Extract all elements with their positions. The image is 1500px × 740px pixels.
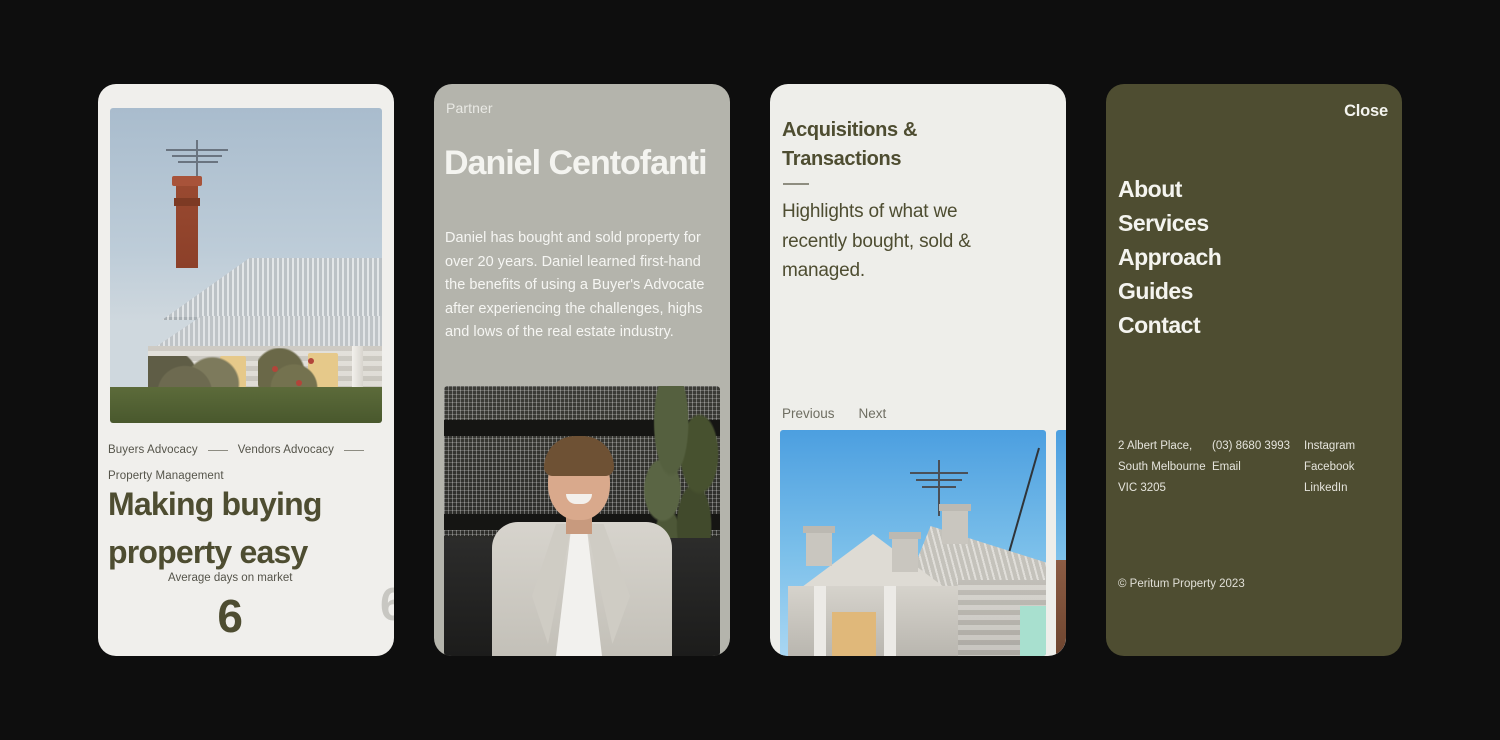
address-line-2: South Melbourne — [1118, 461, 1206, 473]
profile-card[interactable]: Partner Daniel Centofanti Daniel has bou… — [434, 84, 730, 656]
nav-item-approach[interactable]: Approach — [1118, 240, 1378, 274]
service-tag-buyers-advocacy[interactable]: Buyers Advocacy — [108, 437, 198, 463]
porch-column — [884, 586, 896, 656]
porch-light-glow — [832, 612, 876, 656]
carousel-next-button[interactable]: Next — [859, 406, 887, 421]
work-title: Acquisitions & Transactions — [782, 116, 1032, 174]
profile-portrait-image — [444, 386, 720, 656]
screen-canvas: Buyers Advocacy Vendors Advocacy Propert… — [0, 0, 1500, 740]
flower — [296, 380, 302, 386]
gallery-slide-next[interactable] — [1056, 430, 1066, 656]
main-navigation: About Services Approach Guides Contact — [1118, 172, 1378, 342]
close-button[interactable]: Close — [1344, 102, 1388, 121]
hero-stats-row: d property Average days on market 6 65 — [98, 572, 394, 656]
social-links: Instagram Facebook LinkedIn — [1304, 436, 1384, 499]
hero-property-image — [110, 108, 382, 423]
tv-antenna-icon — [162, 140, 232, 184]
stat-item-avg-days: Average days on market 6 — [168, 572, 292, 642]
menu-footer-meta: 2 Albert Place, South Melbourne VIC 3205… — [1118, 436, 1388, 499]
nav-item-services[interactable]: Services — [1118, 206, 1378, 240]
chimney-cap — [803, 526, 835, 566]
work-subtitle: Highlights of what we recently bought, s… — [782, 201, 971, 281]
email-link[interactable]: Email — [1212, 457, 1304, 478]
profile-bio: Daniel has bought and sold property for … — [445, 230, 705, 341]
hero-title-line-1: Making buying — [108, 486, 322, 522]
brick-chimney — [172, 176, 202, 268]
hero-card[interactable]: Buyers Advocacy Vendors Advocacy Propert… — [98, 84, 394, 656]
hero-title-line-2: property easy — [108, 534, 308, 570]
stat-value: 65 — [380, 578, 394, 630]
nav-item-guides[interactable]: Guides — [1118, 274, 1378, 308]
social-link-instagram[interactable]: Instagram — [1304, 436, 1384, 457]
flower — [272, 366, 278, 372]
address-line-3: VIC 3205 — [1118, 482, 1166, 494]
chimney-cap — [939, 504, 971, 544]
nav-item-about[interactable]: About — [1118, 172, 1378, 206]
stat-value: 6 — [217, 590, 244, 642]
office-address: 2 Albert Place, South Melbourne VIC 3205 — [1118, 436, 1212, 499]
stat-label: Average days on market — [168, 572, 293, 584]
menu-panel[interactable]: Close About Services Approach Guides Con… — [1106, 84, 1402, 656]
gallery-carousel-controls: Previous Next — [782, 406, 886, 421]
social-link-linkedin[interactable]: LinkedIn — [1304, 478, 1384, 499]
copyright-notice: © Peritum Property 2023 — [1118, 578, 1245, 590]
address-line-1: 2 Albert Place, — [1118, 440, 1193, 452]
social-link-facebook[interactable]: Facebook — [1304, 457, 1384, 478]
nature-strip-lawn — [110, 387, 382, 423]
work-title-line-1: Acquisitions & — [782, 119, 918, 141]
contact-details: (03) 8680 3993 Email — [1212, 436, 1304, 499]
terracotta-roof — [1056, 560, 1066, 656]
tag-separator-dash-icon — [207, 449, 228, 451]
gallery-track[interactable] — [780, 430, 1066, 656]
flower — [308, 358, 314, 364]
green-window — [1020, 606, 1046, 656]
phone-link[interactable]: (03) 8680 3993 — [1212, 436, 1304, 457]
profile-name: Daniel Centofanti — [444, 144, 708, 182]
chimney-cap — [889, 532, 921, 572]
carousel-previous-button[interactable]: Previous — [782, 406, 835, 421]
nav-item-contact[interactable]: Contact — [1118, 308, 1378, 342]
porch-column — [814, 586, 826, 656]
profile-role-eyebrow: Partner — [446, 100, 493, 116]
tag-separator-dash-icon — [343, 449, 364, 451]
title-divider-dash-icon — [783, 183, 809, 185]
service-tag-vendors-advocacy[interactable]: Vendors Advocacy — [238, 437, 334, 463]
gallery-slide-primary[interactable] — [780, 430, 1046, 656]
stat-item-partial-right: 65 — [380, 572, 394, 630]
hero-title: Making buying property easy — [108, 480, 388, 576]
work-card[interactable]: Acquisitions & Transactions Highlights o… — [770, 84, 1066, 656]
work-title-line-2: Transactions — [782, 148, 902, 170]
